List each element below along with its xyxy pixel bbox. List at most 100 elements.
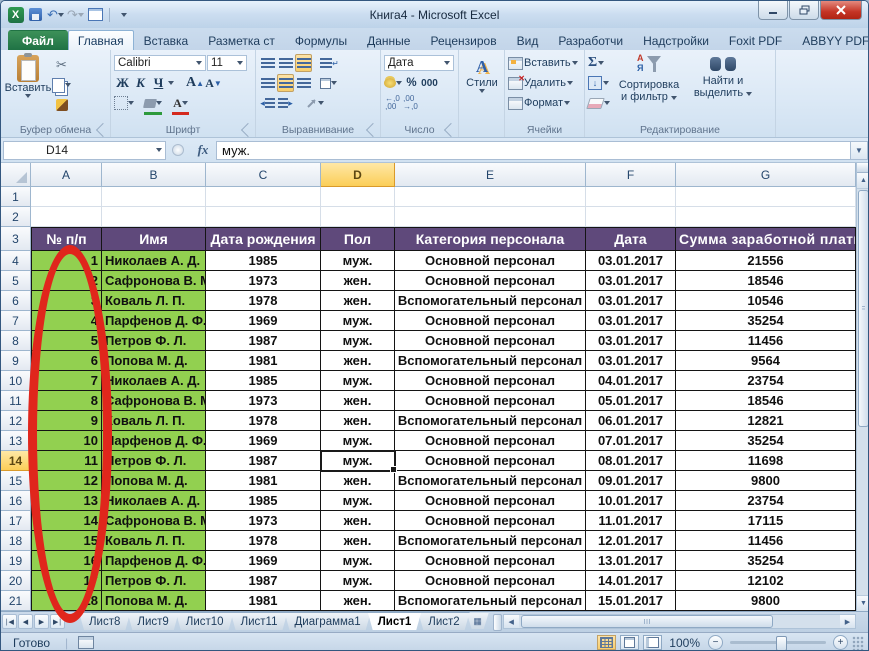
sheet-tab-Лист9[interactable]: Лист9 [127,612,178,630]
cell[interactable]: 12821 [676,411,856,431]
cell[interactable]: Вспомогательный персонал [395,291,586,311]
vertical-scroll-track[interactable] [857,428,868,595]
align-top-button[interactable] [259,54,276,72]
cell[interactable]: 9 [31,411,102,431]
cell[interactable]: жен. [321,591,395,611]
cell[interactable]: 06.01.2017 [586,411,676,431]
wrap-text-button[interactable]: ↵ [320,54,339,72]
cell[interactable] [395,207,586,227]
scroll-down-icon[interactable]: ▼ [857,595,868,611]
cell[interactable]: Попова М. Д. [102,591,206,611]
sheet-tab-Лист10[interactable]: Лист10 [176,612,234,630]
cell[interactable]: муж. [321,311,395,331]
tab-addins[interactable]: Надстройки [633,30,719,50]
accounting-format-button[interactable] [384,74,402,92]
row-header-12[interactable]: 12 [1,411,31,431]
customize-qat-button[interactable] [115,6,132,23]
cell[interactable]: муж. [321,491,395,511]
underline-button[interactable]: Ч [150,74,167,92]
cell[interactable]: Основной персонал [395,311,586,331]
row-header-2[interactable]: 2 [1,207,31,227]
table-header-cell[interactable]: № п/п [31,227,102,251]
row-header-6[interactable]: 6 [1,291,31,311]
cell[interactable]: 1969 [206,551,321,571]
row-header-16[interactable]: 16 [1,491,31,511]
zoom-level[interactable]: 100% [666,636,700,650]
tab-formulas[interactable]: Формулы [285,30,357,50]
styles-button[interactable]: A Стили [462,53,502,121]
format-cells-button[interactable]: Формат [508,93,581,113]
insert-worksheet-button[interactable]: ▦ [467,613,489,629]
resize-grip[interactable] [852,636,864,650]
increase-decimal-button[interactable]: ←,0,00 [384,94,401,112]
cell[interactable]: 03.01.2017 [586,271,676,291]
cell[interactable]: 1987 [206,451,321,471]
font-size-select[interactable]: 11 [207,55,247,71]
cell[interactable]: 04.01.2017 [586,371,676,391]
cell[interactable] [321,207,395,227]
formula-input[interactable]: муж. [216,140,850,160]
cell[interactable]: 17115 [676,511,856,531]
cell[interactable]: Основной персонал [395,491,586,511]
cell[interactable]: 12102 [676,571,856,591]
column-header-G[interactable]: G [676,163,856,187]
cell[interactable]: 23754 [676,491,856,511]
orientation-button[interactable] [306,94,324,112]
cell[interactable]: 11456 [676,331,856,351]
shrink-font-button[interactable]: А ▼ [205,74,222,92]
scrollbar-split-handle[interactable] [857,163,868,173]
tab-view[interactable]: Вид [507,30,549,50]
row-header-7[interactable]: 7 [1,311,31,331]
align-middle-button[interactable] [277,54,294,72]
cell[interactable] [206,207,321,227]
cell[interactable]: 18 [31,591,102,611]
copy-button[interactable] [52,76,71,94]
fill-color-button[interactable] [143,94,162,115]
cell[interactable] [206,187,321,207]
cell[interactable]: Вспомогательный персонал [395,411,586,431]
cell[interactable]: 23754 [676,371,856,391]
tab-scroll-split-handle[interactable] [492,614,502,631]
cell[interactable]: 6 [31,351,102,371]
cell[interactable]: 1969 [206,431,321,451]
cell[interactable]: Николаев А. Д. [102,251,206,271]
cell[interactable]: 35254 [676,311,856,331]
sheet-tab-Лист2[interactable]: Лист2 [418,612,469,630]
cell[interactable]: Парфенов Д. Ф. [102,311,206,331]
row-header-11[interactable]: 11 [1,391,31,411]
expand-formula-bar-icon[interactable]: ▼ [850,140,868,160]
zoom-out-button[interactable]: − [708,635,723,650]
excel-logo-icon[interactable]: X [7,6,24,23]
horizontal-scroll-thumb[interactable] [520,615,773,628]
sort-filter-button[interactable]: АЯ Сортировка и фильтр [610,53,688,121]
cell[interactable]: 1981 [206,591,321,611]
thousands-button[interactable]: 000 [421,74,438,92]
prev-sheet-button[interactable]: ◀ [18,614,33,629]
decrease-decimal-button[interactable]: ,00 →,0 [402,94,419,112]
cell[interactable]: 1973 [206,271,321,291]
delete-cells-button[interactable]: Удалить [508,73,581,93]
cell[interactable] [102,207,206,227]
cell[interactable]: муж. [321,571,395,591]
table-header-cell[interactable]: Категория персонала [395,227,586,251]
clear-button[interactable] [586,93,610,113]
fill-button[interactable]: ↓ [588,73,610,93]
borders-button[interactable] [114,94,134,112]
cell[interactable]: 15.01.2017 [586,591,676,611]
cell[interactable]: жен. [321,271,395,291]
cell[interactable]: 1973 [206,391,321,411]
redo-button[interactable]: ↷ [67,6,84,23]
sheet-tab-Лист1[interactable]: Лист1 [368,612,422,630]
cell[interactable]: 11 [31,451,102,471]
row-header-18[interactable]: 18 [1,531,31,551]
column-header-D[interactable]: D [321,163,395,187]
format-painter-button[interactable] [52,96,71,114]
cell[interactable] [586,207,676,227]
cell[interactable]: 11456 [676,531,856,551]
restore-button[interactable] [789,1,819,20]
cell[interactable]: муж. [321,251,395,271]
cell[interactable]: 1 [31,251,102,271]
font-name-select[interactable]: Calibri [114,55,206,71]
vertical-scrollbar[interactable]: ▲ ▼ [856,163,868,611]
cell[interactable]: 10546 [676,291,856,311]
